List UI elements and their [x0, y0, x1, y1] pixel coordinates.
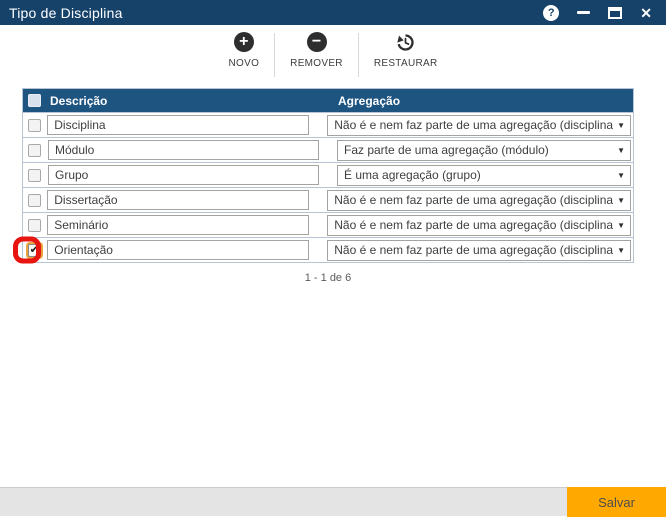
- chevron-down-icon: ▼: [617, 196, 625, 205]
- row-checkbox[interactable]: [28, 219, 41, 232]
- table-row: Faz parte de uma agregação (módulo) ▼: [23, 137, 633, 162]
- row-checkbox[interactable]: [28, 194, 41, 207]
- chevron-down-icon: ▼: [617, 246, 625, 255]
- description-input[interactable]: [47, 215, 309, 235]
- column-header-descricao: Descrição: [46, 94, 331, 108]
- description-input[interactable]: [47, 190, 309, 210]
- remover-button[interactable]: − REMOVER: [275, 32, 358, 78]
- table-row: É uma agregação (grupo) ▼: [23, 162, 633, 187]
- close-icon[interactable]: ✕: [640, 6, 652, 20]
- aggregation-select[interactable]: Não é e nem faz parte de uma agregação (…: [327, 190, 631, 211]
- table-row: Não é e nem faz parte de uma agregação (…: [23, 187, 633, 212]
- novo-label: NOVO: [229, 58, 260, 69]
- aggregation-select[interactable]: Não é e nem faz parte de uma agregação (…: [327, 215, 631, 236]
- toolbar: + NOVO − REMOVER RESTAURAR: [0, 32, 666, 78]
- footer-bar: Salvar: [0, 487, 666, 516]
- column-header-agregacao: Agregação: [331, 94, 633, 108]
- novo-button[interactable]: + NOVO: [214, 32, 275, 78]
- table-row: Não é e nem faz parte de uma agregação (…: [23, 112, 633, 137]
- maximize-icon[interactable]: [608, 7, 622, 19]
- minus-circle-icon: −: [307, 32, 327, 52]
- restore-history-icon: [395, 32, 416, 52]
- titlebar: Tipo de Disciplina ? ✕: [0, 0, 666, 25]
- aggregation-select[interactable]: Não é e nem faz parte de uma agregação (…: [327, 115, 631, 136]
- chevron-down-icon: ▼: [617, 121, 625, 130]
- table-row: Não é e nem faz parte de uma agregação (…: [23, 212, 633, 237]
- chevron-down-icon: ▼: [617, 221, 625, 230]
- restaurar-label: RESTAURAR: [374, 58, 438, 69]
- row-checkbox[interactable]: [28, 244, 41, 257]
- pagination-label: 1 - 1 de 6: [22, 272, 634, 284]
- save-button[interactable]: Salvar: [567, 487, 666, 517]
- help-icon[interactable]: ?: [543, 5, 559, 21]
- table-row: Não é e nem faz parte de uma agregação (…: [23, 237, 633, 262]
- description-input[interactable]: [47, 115, 309, 135]
- table-header: Descrição Agregação: [23, 89, 633, 112]
- plus-circle-icon: +: [234, 32, 254, 52]
- chevron-down-icon: ▼: [617, 146, 625, 155]
- row-checkbox[interactable]: [28, 119, 41, 132]
- chevron-down-icon: ▼: [617, 171, 625, 180]
- aggregation-select[interactable]: Não é e nem faz parte de uma agregação (…: [327, 240, 631, 261]
- minimize-icon[interactable]: [577, 11, 590, 14]
- discipline-table: Descrição Agregação Não é e nem faz part…: [22, 88, 634, 263]
- select-all-checkbox[interactable]: [28, 94, 41, 107]
- window-controls: ? ✕: [543, 5, 657, 21]
- dialog-tipo-de-disciplina: Tipo de Disciplina ? ✕ + NOVO − REMOVER: [0, 0, 666, 516]
- remover-label: REMOVER: [290, 58, 343, 69]
- restaurar-button[interactable]: RESTAURAR: [359, 32, 453, 78]
- description-input[interactable]: [48, 165, 319, 185]
- description-input[interactable]: [48, 140, 319, 160]
- dialog-title: Tipo de Disciplina: [9, 5, 123, 21]
- aggregation-select[interactable]: É uma agregação (grupo) ▼: [337, 165, 631, 186]
- row-checkbox[interactable]: [28, 144, 41, 157]
- aggregation-select[interactable]: Faz parte de uma agregação (módulo) ▼: [337, 140, 631, 161]
- description-input[interactable]: [47, 240, 309, 260]
- row-checkbox[interactable]: [28, 169, 41, 182]
